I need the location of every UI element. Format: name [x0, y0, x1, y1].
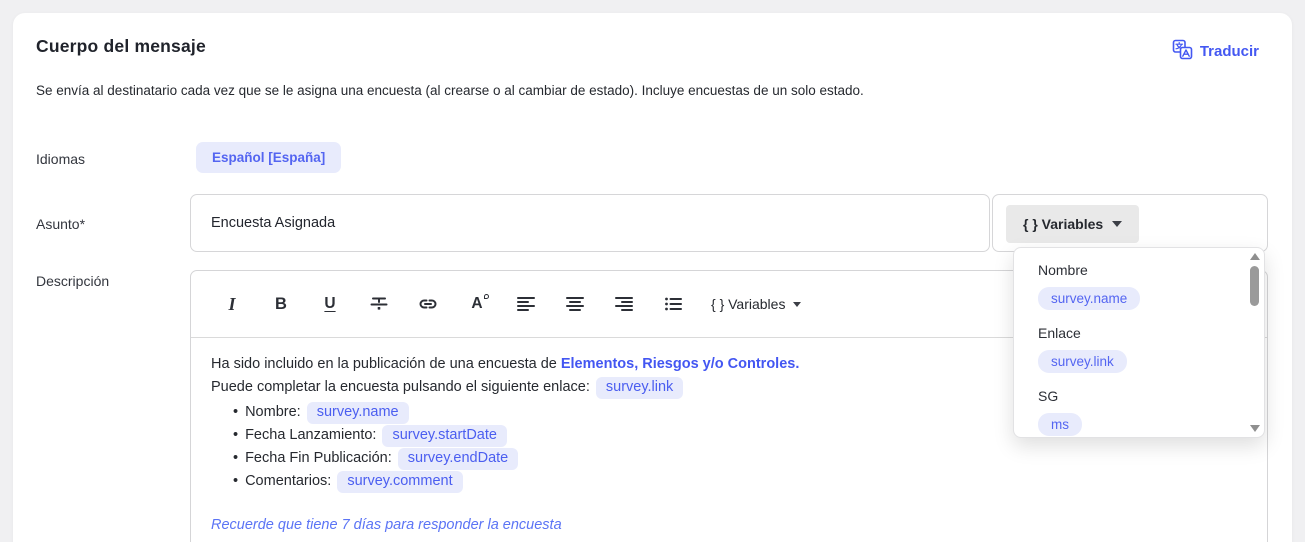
caret-down-icon — [1112, 221, 1122, 227]
variables-dropdown-menu: Nombre survey.name Enlace survey.link SG… — [1013, 247, 1265, 438]
caret-down-icon — [793, 302, 801, 307]
editor-footer-note: Recuerde que tiene 7 días para responder… — [211, 514, 1247, 537]
language-chip[interactable]: Español [España] — [196, 142, 341, 173]
subject-variables-button[interactable]: { } Variables — [1006, 205, 1139, 243]
link-icon — [417, 293, 439, 315]
variable-token: survey.endDate — [398, 448, 518, 470]
translate-icon — [1172, 39, 1193, 64]
variable-token: survey.name — [307, 402, 409, 424]
bullet-list-icon — [663, 294, 683, 314]
link-button[interactable] — [417, 293, 439, 315]
editor-variables-button-label: { } Variables — [711, 296, 785, 312]
variables-group: Enlace survey.link — [1038, 325, 1264, 373]
font-color-letter: A — [471, 295, 482, 313]
subject-label: Asunto* — [36, 216, 85, 232]
scroll-down-icon[interactable] — [1250, 425, 1260, 432]
subject-variables-button-label: { } Variables — [1023, 216, 1103, 232]
variable-token: survey.link — [596, 377, 683, 399]
scroll-up-icon[interactable] — [1250, 253, 1260, 260]
bullet-marker: • — [233, 473, 238, 489]
editor-line-2-text: Puede completar la encuesta pulsando el … — [211, 379, 590, 395]
bullet-marker: • — [233, 427, 238, 443]
variables-group: SG ms — [1038, 388, 1264, 436]
editor-variables-button[interactable]: { } Variables — [711, 296, 801, 312]
bullet-label: Comentarios: — [245, 473, 331, 489]
list-item: • Comentarios: survey.comment — [211, 470, 1247, 493]
bullet-label: Fecha Lanzamiento: — [245, 427, 376, 443]
page: { "header": { "title": "Cuerpo del mensa… — [0, 0, 1305, 542]
editor-line-1-text: Ha sido incluido en la publicación de un… — [211, 356, 561, 372]
align-left-button[interactable] — [515, 293, 537, 315]
strikethrough-icon — [369, 294, 389, 314]
scrollbar-thumb[interactable] — [1250, 266, 1259, 306]
card-subtitle: Se envía al destinatario cada vez que se… — [36, 83, 864, 98]
variables-dropdown-list: Nombre survey.name Enlace survey.link SG… — [1014, 248, 1264, 436]
align-right-icon — [614, 294, 634, 314]
translate-label: Traducir — [1200, 43, 1259, 60]
subject-variables-box: { } Variables — [992, 194, 1268, 252]
bullet-list-button[interactable] — [662, 293, 684, 315]
font-color-button[interactable]: A — [466, 293, 488, 315]
align-left-icon — [516, 294, 536, 314]
translate-button[interactable]: Traducir — [1172, 39, 1259, 64]
message-body-card: Cuerpo del mensaje Traducir Se envía al … — [13, 13, 1292, 542]
description-label: Descripción — [36, 273, 109, 289]
variable-token: survey.comment — [337, 471, 462, 493]
dropdown-scrollbar[interactable] — [1249, 251, 1261, 434]
languages-label: Idiomas — [36, 151, 85, 167]
variables-group-label: SG — [1038, 388, 1264, 404]
bold-button[interactable]: B — [270, 293, 292, 315]
variable-token: survey.startDate — [382, 425, 507, 447]
bullet-marker: • — [233, 404, 238, 420]
list-item: • Fecha Fin Publicación: survey.endDate — [211, 447, 1247, 470]
page-title: Cuerpo del mensaje — [36, 36, 206, 57]
font-color-drop-icon — [484, 294, 489, 299]
strikethrough-button[interactable] — [368, 293, 390, 315]
italic-button[interactable]: I — [221, 293, 243, 315]
align-center-button[interactable] — [564, 293, 586, 315]
editor-line-1-bold: Elementos, Riesgos y/o Controles. — [561, 356, 800, 372]
bullet-label: Nombre: — [245, 404, 301, 420]
align-right-button[interactable] — [613, 293, 635, 315]
variable-option[interactable]: ms — [1038, 413, 1082, 436]
bullet-label: Fecha Fin Publicación: — [245, 450, 392, 466]
underline-button[interactable]: U — [319, 293, 341, 315]
variables-group-label: Nombre — [1038, 262, 1264, 278]
subject-input[interactable] — [190, 194, 990, 252]
variable-option[interactable]: survey.link — [1038, 350, 1127, 373]
variable-option[interactable]: survey.name — [1038, 287, 1140, 310]
variables-group: Nombre survey.name — [1038, 262, 1264, 310]
variables-group-label: Enlace — [1038, 325, 1264, 341]
align-center-icon — [565, 294, 585, 314]
bullet-marker: • — [233, 450, 238, 466]
